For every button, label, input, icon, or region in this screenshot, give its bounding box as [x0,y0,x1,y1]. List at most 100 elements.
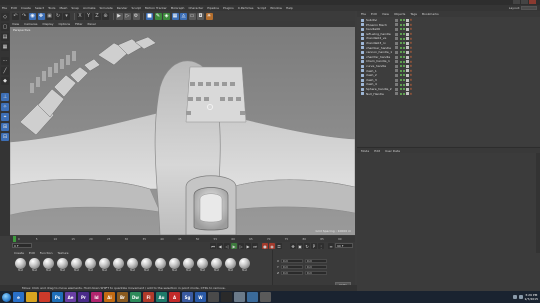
render-dot[interactable] [402,83,405,86]
layer-checkbox[interactable] [395,73,398,77]
taskbar-app-icon[interactable]: Fl [143,292,154,302]
model-mode-icon[interactable]: ▢ [1,23,9,31]
visibility-dot[interactable] [399,19,402,22]
phong-tag-icon[interactable] [405,55,409,59]
visibility-dot[interactable] [399,56,402,59]
visibility-dot[interactable] [399,28,402,31]
floor-icon[interactable]: ▭ [188,12,196,20]
phong-tag-icon[interactable] [405,46,409,50]
light-icon[interactable]: ☀ [205,12,213,20]
side-tabs[interactable] [536,153,540,253]
tweak-icon[interactable]: ✧ [1,103,9,111]
points-mode-icon[interactable]: ⋯ [1,57,9,65]
material-swatch[interactable]: Mat [168,258,181,273]
layer-checkbox[interactable] [395,69,398,73]
render-dot[interactable] [402,65,405,68]
3d-viewport[interactable]: Perspective Grid Spacing : 10000 m [10,27,355,235]
material-swatch[interactable]: Mat [28,258,41,273]
array-icon[interactable]: ▦ [171,12,179,20]
layer-checkbox[interactable] [395,92,398,96]
current-frame-field[interactable]: 0 F [12,243,32,248]
point-level-key-icon[interactable]: ⋮ [318,243,324,249]
taskbar-app-icon[interactable]: W [195,292,206,302]
material-menu-texture[interactable]: Texture [58,250,69,256]
layer-checkbox[interactable] [395,32,398,36]
layer-checkbox[interactable] [395,46,398,50]
render-picture-viewer-icon[interactable]: ▷ [124,12,131,20]
deformer-icon[interactable]: ◬ [180,12,187,20]
planar-workplane-icon[interactable]: ⊟ [1,133,9,141]
render-dot[interactable] [402,60,405,63]
network-icon[interactable] [512,295,517,299]
camera-icon[interactable]: ◘ [197,12,204,20]
taskbar-app-icon[interactable] [234,292,245,302]
render-dot[interactable] [402,37,405,40]
phong-tag-icon[interactable] [405,69,409,73]
scale-icon[interactable]: ▣ [46,12,53,20]
phong-tag-icon[interactable] [405,73,409,77]
material-swatch[interactable]: Mat [126,258,139,273]
taskbar-app-icon[interactable] [39,292,50,302]
workplane-icon[interactable]: ▦ [1,43,9,51]
visibility-dot[interactable] [399,37,402,40]
taskbar-app-icon[interactable]: Pr [78,292,89,302]
material-swatch[interactable]: Mat [154,258,167,273]
texture-mode-icon[interactable]: ▤ [1,33,9,41]
recent-tools-icon[interactable]: ▾ [63,12,70,20]
render-dot[interactable] [402,19,405,22]
visibility-dot[interactable] [399,42,402,45]
fcurve-icon[interactable]: ≡ [328,243,334,249]
material-swatch[interactable]: Mat [56,258,69,273]
taskbar-app-icon[interactable]: Id [91,292,102,302]
autokey-icon[interactable]: ◉ [269,243,275,249]
rotate-icon[interactable]: ↻ [54,12,62,20]
scale-key-icon[interactable]: ▣ [297,243,303,249]
layer-checkbox[interactable] [395,50,398,54]
subdivision-surface-icon[interactable]: ◈ [163,12,170,20]
taskbar-app-icon[interactable] [247,292,258,302]
attribute-menu-edit[interactable]: Edit [374,148,380,154]
visibility-dot[interactable] [399,83,402,86]
phong-tag-icon[interactable] [405,37,409,41]
record-icon[interactable]: ● [262,243,268,249]
phong-tag-icon[interactable] [405,92,409,96]
visibility-dot[interactable] [399,46,402,49]
close-button[interactable] [529,0,536,4]
maximize-button[interactable] [521,0,528,4]
end-frame-field[interactable]: 90 F [335,243,353,248]
taskbar-app-icon[interactable]: Ai [104,292,115,302]
render-dot[interactable] [402,69,405,72]
pen-icon[interactable]: ✎ [154,12,162,20]
layer-checkbox[interactable] [395,78,398,82]
start-button[interactable] [0,291,13,303]
render-dot[interactable] [402,33,405,36]
taskbar-app-icon[interactable]: Br [117,292,128,302]
taskbar-app-icon[interactable] [208,292,219,302]
visibility-dot[interactable] [399,65,402,68]
render-dot[interactable] [402,88,405,91]
move-icon[interactable]: ✥ [37,12,45,20]
phong-tag-icon[interactable] [405,78,409,82]
coordinate-system-icon[interactable]: ⊕ [102,12,109,20]
taskbar-app-icon[interactable]: Au [156,292,167,302]
visibility-dot[interactable] [399,92,402,95]
size-field[interactable]: 0 m [305,258,327,263]
position-key-icon[interactable]: ✥ [290,243,296,249]
object-menu-objects[interactable]: Objects [394,11,405,17]
render-dot[interactable] [402,42,405,45]
render-dot[interactable] [402,79,405,82]
render-dot[interactable] [402,51,405,54]
rotation-key-icon[interactable]: ↻ [304,243,310,249]
visibility-dot[interactable] [399,23,402,26]
minimize-button[interactable] [513,0,520,4]
cube-icon[interactable]: ■ [146,12,153,20]
layer-checkbox[interactable] [395,41,398,45]
volume-icon[interactable] [518,295,523,299]
layer-checkbox[interactable] [395,60,398,64]
render-view-icon[interactable]: ▶ [115,12,123,20]
render-dot[interactable] [402,56,405,59]
make-editable-icon[interactable]: ◇ [1,13,9,21]
material-swatch[interactable]: Mat [84,258,97,273]
phong-tag-icon[interactable] [405,18,409,22]
y-axis-icon[interactable]: Y [85,12,92,20]
